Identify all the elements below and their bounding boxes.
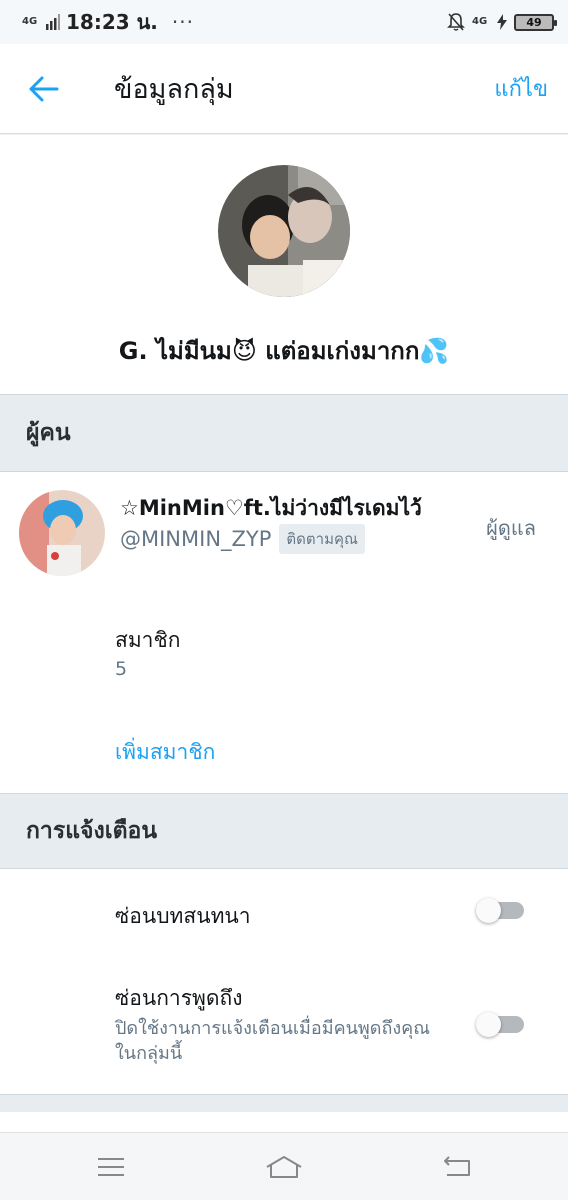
member-handle-row: @MINMIN_ZYP ติดตามคุณ — [120, 524, 365, 554]
back-icon — [444, 1156, 470, 1176]
avatar[interactable] — [19, 490, 105, 576]
hide-conversation-toggle[interactable] — [476, 898, 526, 923]
page-title: ข้อมูลกลุ่ม — [114, 74, 234, 105]
toggle-thumb — [476, 1012, 501, 1037]
charging-icon — [497, 14, 507, 30]
hide-mentions-description: ปิดใช้งานการแจ้งเตือนเมื่อมีคนพูดถึงคุณใ… — [115, 1018, 430, 1064]
back-button[interactable] — [14, 59, 74, 119]
app-bar: ข้อมูลกลุ่ม แก้ไข — [0, 44, 568, 134]
signal-icon — [46, 14, 60, 30]
admin-label: ผู้ดูแล — [486, 516, 536, 540]
hide-conversation-row[interactable]: ซ่อนบทสนทนา — [0, 870, 568, 952]
network-indicator: 4G — [22, 16, 38, 27]
home-button[interactable] — [259, 1147, 309, 1187]
hide-mentions-label: ซ่อนการพูดถึง — [115, 986, 243, 1010]
hide-mentions-row[interactable]: ซ่อนการพูดถึง ปิดใช้งานการแจ้งเตือนเมื่อ… — [0, 970, 568, 1092]
menu-icon — [98, 1158, 124, 1176]
edit-button[interactable]: แก้ไข — [494, 71, 548, 106]
arrow-left-icon — [29, 76, 59, 101]
more-notifications-icon: ··· — [171, 10, 194, 34]
group-name: G. ไม่มีนม😈 แต่อมเก่งมากก💦 — [118, 337, 450, 365]
hide-mentions-toggle[interactable] — [476, 1012, 526, 1037]
home-icon — [266, 1156, 302, 1178]
group-avatar[interactable] — [218, 165, 350, 297]
status-bar: 4G 18:23 น. ··· 4G 49 — [0, 0, 568, 44]
group-header: G. ไม่มีนม😈 แต่อมเก่งมากก💦 — [0, 135, 568, 393]
clock: 18:23 น. — [66, 10, 158, 34]
battery-level: 49 — [526, 15, 542, 29]
section-heading-notifications: การแจ้งเตือน — [0, 793, 568, 869]
member-name: ☆MinMin♡ft.ไม่ว่างมีไรเดมไว้ — [120, 496, 422, 520]
member-handle: @MINMIN_ZYP — [120, 527, 272, 551]
add-member-button[interactable]: เพิ่มสมาชิก — [115, 736, 215, 769]
bell-off-icon — [447, 13, 465, 31]
members-count: 5 — [115, 658, 128, 680]
section-divider — [0, 1094, 568, 1112]
member-row[interactable]: ☆MinMin♡ft.ไม่ว่างมีไรเดมไว้ @MINMIN_ZYP… — [0, 472, 568, 578]
system-nav-bar — [0, 1132, 568, 1200]
back-nav-button[interactable] — [432, 1147, 482, 1187]
follows-you-badge: ติดตามคุณ — [279, 524, 365, 554]
section-heading-people: ผู้คน — [0, 394, 568, 472]
network-indicator-right: 4G — [472, 16, 488, 27]
hide-conversation-label: ซ่อนบทสนทนา — [115, 904, 251, 928]
toggle-thumb — [476, 898, 501, 923]
members-label: สมาชิก — [115, 628, 181, 652]
battery-icon: 49 — [514, 13, 557, 31]
members-item[interactable]: สมาชิก 5 — [0, 600, 568, 690]
menu-button[interactable] — [86, 1147, 136, 1187]
